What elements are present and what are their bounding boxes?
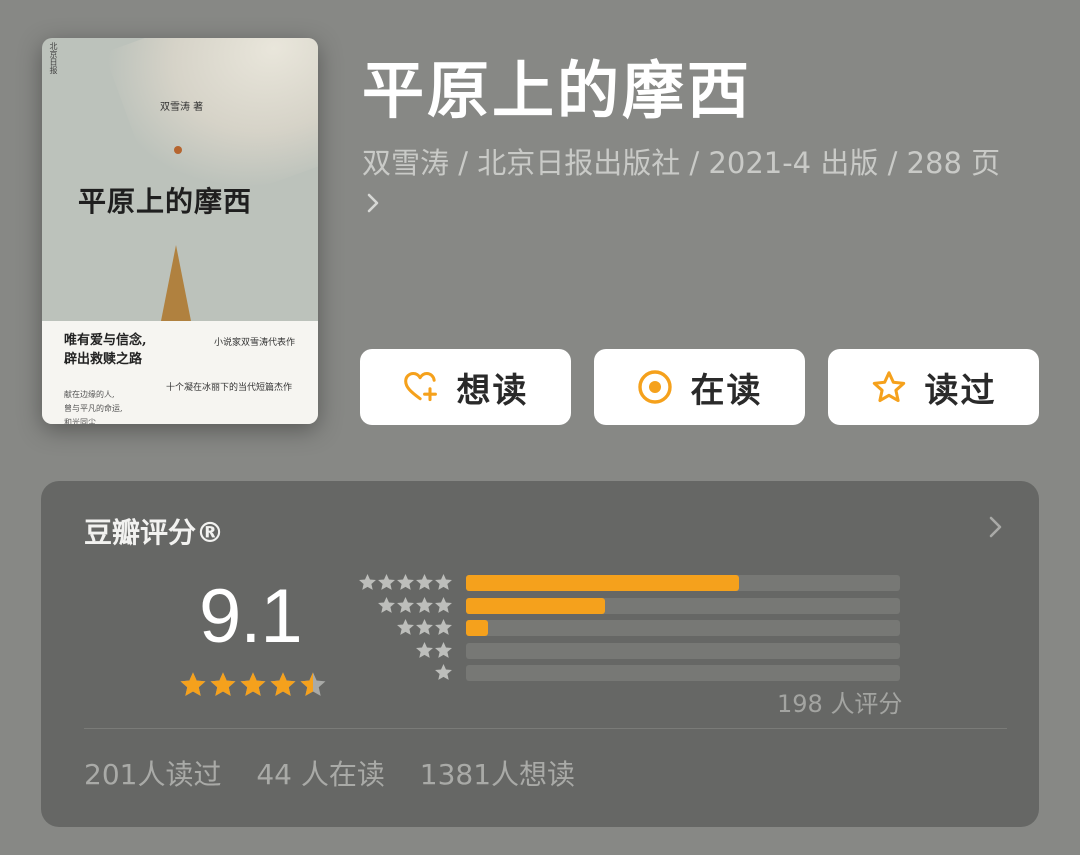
rating-stars [179, 671, 327, 699]
small-star-icon [416, 596, 433, 613]
rating-score: 9.1 [199, 574, 303, 659]
small-star-icon [435, 641, 452, 658]
rating-star-icon [179, 671, 207, 699]
book-meta[interactable]: 双雪涛 / 北京日报出版社 / 2021-4 出版 / 288 页 [362, 144, 1002, 220]
cover-blurb-line3: 和光同尘 [64, 418, 96, 424]
small-star-icon [435, 663, 452, 680]
cover-publisher-mark: 北京日报 [49, 42, 58, 74]
rating-title: 豆瓣评分® [84, 516, 225, 549]
cover-subtitle-1: 小说家双雪涛代表作 [214, 338, 296, 348]
small-star-icon [416, 573, 433, 590]
distribution-bar-track-5 [466, 575, 900, 591]
cover-slogan-line2: 辟出救赎之路 [64, 352, 143, 367]
distribution-bar-track-2 [466, 642, 900, 659]
have-read-label: 读过 [924, 370, 997, 411]
reader-stats: 201人读过 44 人在读 1381人想读 [84, 753, 601, 793]
cover-blurb-line1: 献在边缘的人, [64, 390, 115, 399]
rating-star-icon [239, 671, 267, 699]
want-to-read-button[interactable]: 想读 [360, 349, 571, 425]
divider [84, 728, 1007, 729]
small-star-icon [359, 573, 376, 590]
cover-blurb-line2: 曾与平凡的命运, [64, 404, 123, 413]
distribution-stars-1 [434, 663, 453, 682]
heart-plus-icon [403, 369, 439, 405]
chevron-right-icon[interactable] [981, 513, 1009, 541]
small-star-icon [397, 573, 414, 590]
book-cover[interactable]: 北京日报 双雪涛 著 平原上的摩西 唯有爱与信念, 辟出救赎之路 小说家双雪涛代… [42, 38, 318, 424]
rating-star-icon [209, 671, 237, 699]
want-count[interactable]: 1381人想读 [420, 758, 575, 791]
small-star-icon [416, 641, 433, 658]
small-star-icon [416, 618, 433, 635]
have-read-button[interactable]: 读过 [828, 349, 1039, 425]
small-star-icon [378, 596, 395, 613]
small-star-icon [435, 618, 452, 635]
distribution-bar-track-1 [466, 665, 900, 681]
distribution-bar-3 [466, 620, 488, 636]
cover-title: 平原上的摩西 [78, 185, 253, 218]
small-star-icon [378, 573, 395, 590]
small-star-icon [435, 596, 452, 613]
cover-subtitle-2: 十个凝在冰丽下的当代短篇杰作 [166, 383, 293, 393]
cover-slogan: 唯有爱与信念, 辟出救赎之路 [64, 331, 147, 369]
distribution-stars-5 [358, 573, 453, 592]
small-star-icon [397, 596, 414, 613]
distribution-stars-3 [396, 618, 453, 637]
distribution-stars-2 [415, 641, 453, 660]
rating-star-icon [299, 671, 327, 699]
read-count[interactable]: 201人读过 [84, 758, 221, 791]
rating-count: 198 人评分 [777, 690, 903, 718]
small-star-icon [435, 573, 452, 590]
reading-label: 在读 [690, 370, 763, 411]
douban-rating-card[interactable]: 豆瓣评分® 9.1 198 人评分 201人读过 44 人在读 1381人想读 [41, 481, 1039, 827]
distribution-bar-track-4 [466, 597, 900, 614]
reading-count[interactable]: 44 人在读 [256, 758, 385, 791]
distribution-bar-track-3 [466, 620, 900, 636]
star-outline-icon [871, 369, 907, 405]
cover-triangle [161, 245, 191, 321]
distribution-bar-5 [466, 575, 740, 591]
want-to-read-label: 想读 [456, 370, 529, 411]
rating-star-icon [269, 671, 297, 699]
cover-dot [174, 146, 182, 154]
book-title: 平原上的摩西 [362, 54, 753, 127]
cover-blurb: 献在边缘的人, 曾与平凡的命运, 和光同尘 [64, 388, 123, 424]
reading-button[interactable]: 在读 [594, 349, 805, 425]
cover-slogan-line1: 唯有爱与信念, [64, 333, 147, 348]
chevron-right-icon [366, 184, 380, 218]
target-circle-icon [637, 369, 673, 405]
small-star-icon [397, 618, 414, 635]
cover-author: 双雪涛 著 [160, 102, 204, 113]
book-meta-text: 双雪涛 / 北京日报出版社 / 2021-4 出版 / 288 页 [362, 146, 1001, 180]
distribution-bar-4 [466, 597, 605, 614]
distribution-stars-4 [377, 596, 453, 615]
